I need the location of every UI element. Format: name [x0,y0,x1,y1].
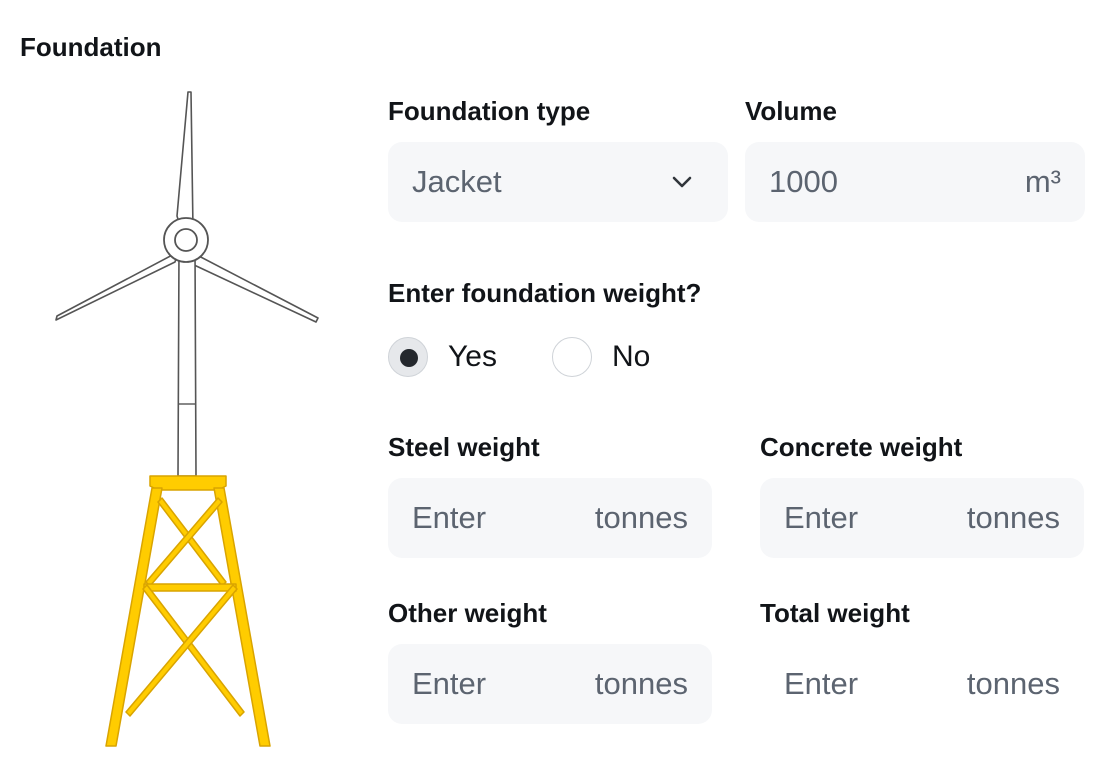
foundation-type-label: Foundation type [388,96,591,126]
concrete-weight-placeholder: Enter [784,500,859,535]
wind-turbine-icon [55,91,319,747]
steel-weight-placeholder: Enter [412,500,487,535]
volume-input[interactable]: 1000 m³ [745,142,1085,222]
concrete-weight-unit: tonnes [966,500,1060,535]
other-weight-input[interactable]: Enter tonnes [388,644,712,724]
other-weight-label: Other weight [388,598,547,628]
foundation-type-select[interactable]: Jacket [388,142,728,222]
radio-yes[interactable] [388,337,428,377]
other-weight-placeholder: Enter [412,666,487,701]
radio-no[interactable] [552,337,592,377]
chevron-down-icon [672,176,692,188]
total-weight-label: Total weight [760,598,910,628]
radio-yes-dot [400,349,418,367]
total-weight-placeholder: Enter [784,666,859,701]
concrete-weight-label: Concrete weight [760,432,963,462]
steel-weight-unit: tonnes [594,500,688,535]
radio-yes-label[interactable]: Yes [448,337,497,377]
steel-weight-label: Steel weight [388,432,540,462]
volume-label: Volume [745,96,837,126]
other-weight-unit: tonnes [594,666,688,701]
foundation-type-value: Jacket [412,164,502,199]
concrete-weight-input[interactable]: Enter tonnes [760,478,1084,558]
radio-no-label[interactable]: No [612,337,650,377]
steel-weight-input[interactable]: Enter tonnes [388,478,712,558]
total-weight-unit: tonnes [966,666,1060,701]
jacket-foundation [105,475,271,747]
section-title: Foundation [20,32,162,62]
volume-value: 1000 [769,164,838,199]
total-weight-display: Enter tonnes [760,644,1084,724]
weight-question-label: Enter foundation weight? [388,278,702,308]
turbine-tower [177,248,197,477]
volume-unit: m³ [1024,164,1061,199]
